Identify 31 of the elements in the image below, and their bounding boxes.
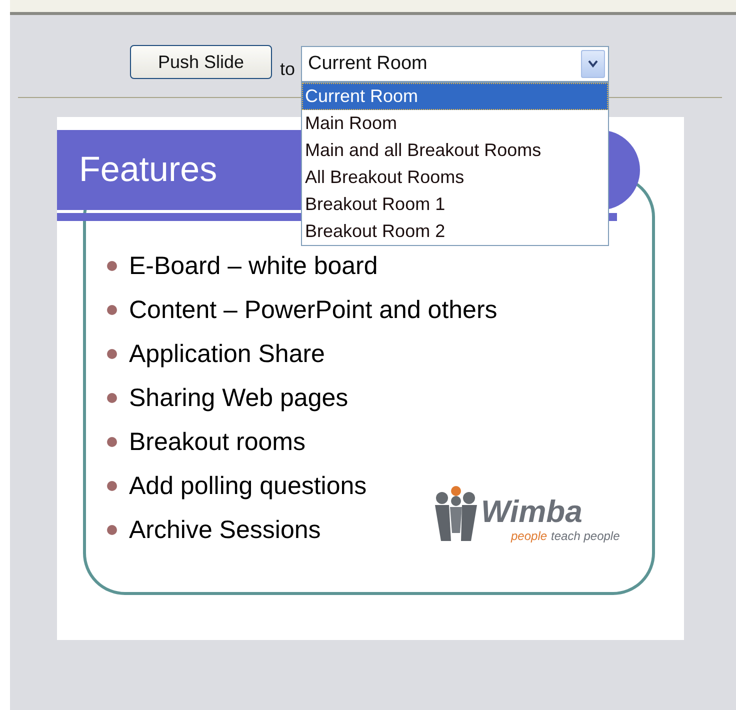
bullet-icon [107, 481, 117, 491]
bullet-text: Content – PowerPoint and others [129, 296, 498, 324]
dropdown-arrow-button[interactable] [581, 50, 606, 78]
push-slide-button[interactable]: Push Slide [130, 45, 272, 79]
slide-title: Features [79, 150, 218, 190]
bullet-icon [107, 437, 117, 447]
dropdown-option[interactable]: Breakout Room 2 [302, 218, 608, 245]
bullet-icon [107, 525, 117, 535]
bullet-icon [107, 261, 117, 271]
chevron-down-icon [588, 60, 598, 68]
people-logo-icon [433, 485, 479, 543]
logo-wordmark: Wimba [481, 495, 584, 529]
bullet-text: Application Share [129, 340, 325, 368]
bullet-text: Add polling questions [129, 472, 367, 500]
dropdown-option[interactable]: Main and all Breakout Rooms [302, 137, 608, 164]
bullet-text: Sharing Web pages [129, 384, 348, 412]
to-label: to [280, 59, 296, 80]
bullet-icon [107, 305, 117, 315]
bullet-icon [107, 393, 117, 403]
dropdown-option[interactable]: All Breakout Rooms [302, 164, 608, 191]
bullet-icon [107, 349, 117, 359]
dropdown-value: Current Room [308, 53, 428, 75]
dropdown-option[interactable]: Current Room [302, 83, 608, 110]
room-dropdown[interactable]: Current Room [301, 46, 610, 82]
tagline: teach people [551, 529, 620, 543]
dropdown-option[interactable]: Breakout Room 1 [302, 191, 608, 218]
bullet-text: E-Board – white board [129, 252, 378, 280]
dropdown-option[interactable]: Main Room [302, 110, 608, 137]
bullet-text: Archive Sessions [129, 516, 321, 544]
tagline-accent: people [511, 529, 548, 543]
bullet-text: Breakout rooms [129, 428, 306, 456]
